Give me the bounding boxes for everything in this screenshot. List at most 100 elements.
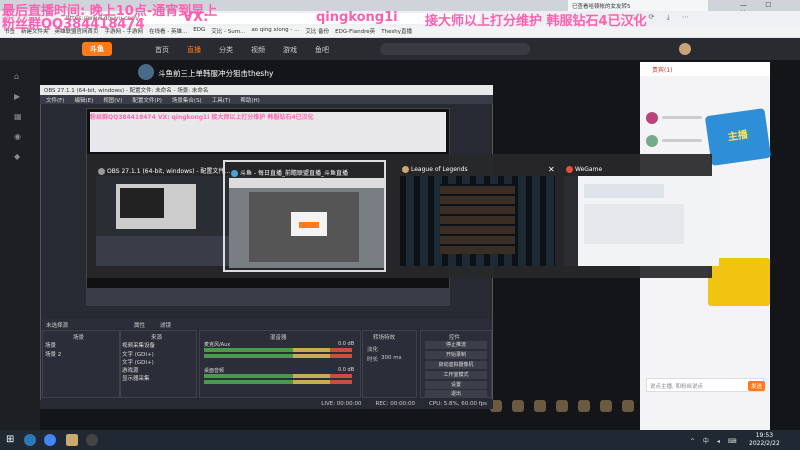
- league-taskbar-icon[interactable]: [66, 434, 78, 446]
- obs-menu-item[interactable]: 文件(F): [46, 96, 64, 104]
- site-menu-item[interactable]: 游戏: [283, 45, 297, 55]
- obs-source-tabs: 未选择源 属性 滤镜: [42, 319, 492, 329]
- source-item[interactable]: 文字 (GDI+): [122, 358, 154, 366]
- home-icon[interactable]: ⌂: [14, 72, 26, 82]
- bookmark-item[interactable]: ao qing xiong - ...: [251, 27, 299, 36]
- switcher-window-wegame[interactable]: WeGame: [560, 160, 723, 272]
- game-icon[interactable]: ◆: [14, 152, 26, 162]
- obs-menu-item[interactable]: 编辑(E): [74, 96, 93, 104]
- overlay-service: 接大师以上打分维护 韩服钻石4已汉化: [425, 14, 647, 29]
- promo-banner[interactable]: 主播: [704, 108, 772, 166]
- source-item[interactable]: 显示器采集: [122, 374, 150, 382]
- window-title: 斗鱼 - 每日直播_前瞻联盟直播_斗鱼直播: [231, 168, 381, 177]
- gift-icon[interactable]: [600, 400, 612, 412]
- mixer-meter: [204, 374, 352, 378]
- overlay-vx-id: qingkong1i: [316, 10, 398, 25]
- obs-menu-item[interactable]: 帮助(H): [240, 96, 259, 104]
- window-thumbnail: [400, 176, 555, 266]
- mixer-volume-slider[interactable]: [204, 380, 352, 384]
- obs-taskbar-icon[interactable]: [86, 434, 98, 446]
- source-item[interactable]: 文字 (GDI+): [122, 350, 154, 358]
- obs-menu-item[interactable]: 工具(T): [212, 96, 231, 104]
- overlay-vx-label: VX:: [183, 10, 209, 25]
- bookmark-item[interactable]: Theshy直播: [381, 27, 412, 36]
- chat-input[interactable]: 说点主播, 和粉丝说点: [646, 378, 764, 392]
- taskbar-clock[interactable]: 19:53 2022/2/22: [749, 432, 780, 448]
- controls-panel-title: 控件: [449, 335, 461, 341]
- scene-item[interactable]: 场景: [45, 341, 56, 349]
- close-icon[interactable]: ✕: [548, 165, 555, 174]
- window-thumbnail: [229, 178, 384, 268]
- site-search-input[interactable]: [380, 43, 530, 55]
- category-icon[interactable]: ▦: [14, 112, 26, 122]
- chat-avatar: [646, 135, 658, 147]
- chat-avatar: [646, 112, 658, 124]
- source-item[interactable]: 视频采集设备: [122, 341, 155, 349]
- system-tray[interactable]: ^ 中 ◂ ⌨: [690, 436, 739, 445]
- mixer-volume-slider[interactable]: [204, 354, 352, 358]
- bookmark-item[interactable]: 艾比 - Sum...: [211, 27, 245, 36]
- video-icon[interactable]: ◉: [14, 132, 26, 142]
- mixer-track-name: 桌面音频: [204, 368, 225, 374]
- mixer-meter: [204, 348, 352, 352]
- user-avatar[interactable]: [679, 43, 691, 55]
- source-item[interactable]: 游戏源: [122, 366, 139, 374]
- obs-menu-item[interactable]: 配置文件(P): [132, 96, 162, 104]
- site-menu-item[interactable]: 鱼吧: [315, 45, 329, 55]
- transitions-panel: 转场特效 淡化 时长 300 ms: [362, 330, 417, 398]
- switcher-window-douyu[interactable]: 斗鱼 - 每日直播_前瞻联盟直播_斗鱼直播: [223, 160, 386, 272]
- obs-preview-taskbar: [86, 288, 450, 306]
- douyu-logo[interactable]: 斗鱼: [82, 42, 112, 56]
- obs-menu-item[interactable]: 视图(V): [103, 96, 122, 104]
- streamer-avatar[interactable]: [138, 64, 154, 80]
- stop-streaming-button[interactable]: 停止推流: [425, 341, 487, 349]
- chat-panel-header[interactable]: 贵宾(1): [640, 62, 770, 76]
- obs-icon: [98, 168, 105, 175]
- mixer-track-db: 0.0 dB: [338, 367, 355, 373]
- rec-status: REC: 00:00:00: [375, 401, 415, 407]
- gift-icon[interactable]: [556, 400, 568, 412]
- properties-tab[interactable]: 属性: [134, 321, 145, 329]
- gift-icon[interactable]: [578, 400, 590, 412]
- bookmark-item[interactable]: EDG-Flandre英: [335, 27, 375, 36]
- chat-send-button[interactable]: 发送: [748, 381, 766, 391]
- chrome-taskbar-icon[interactable]: [44, 434, 56, 446]
- virtual-camera-button[interactable]: 启动虚拟摄像机: [425, 361, 487, 369]
- switcher-window-league[interactable]: League of Legends: [396, 160, 559, 272]
- studio-mode-button[interactable]: 工作室模式: [425, 371, 487, 379]
- gift-icon[interactable]: [512, 400, 524, 412]
- site-menu-item[interactable]: 直播: [187, 45, 201, 55]
- bookmark-item[interactable]: 艾比 备份: [305, 27, 329, 36]
- gift-icon[interactable]: [622, 400, 634, 412]
- filters-tab[interactable]: 滤镜: [160, 321, 171, 329]
- browser-taskbar-icon[interactable]: [24, 434, 36, 446]
- stream-title: 斗鱼前三上单韩服冲分狙击theshy: [158, 69, 274, 78]
- live-icon[interactable]: ▶: [14, 92, 26, 102]
- mixer-panel-title: 混音器: [270, 335, 287, 341]
- start-recording-button[interactable]: 开始录制: [425, 351, 487, 359]
- site-menu-item[interactable]: 分类: [219, 45, 233, 55]
- obs-menu-item[interactable]: 场景集合(S): [172, 96, 202, 104]
- overlay-qq-group: 粉丝群QQ384418474: [2, 17, 145, 32]
- window-thumbnail: [564, 176, 719, 266]
- clock-time: 19:53: [755, 432, 774, 439]
- site-menu: 首页 直播 分类 视频 游戏 鱼吧: [155, 45, 329, 55]
- windows-start-icon[interactable]: ⊞: [6, 434, 18, 446]
- scene-item[interactable]: 场景 2: [45, 350, 61, 358]
- clock-date: 2022/2/22: [749, 440, 780, 447]
- settings-button[interactable]: 设置: [425, 381, 487, 389]
- transition-type-select[interactable]: 淡化: [367, 345, 378, 353]
- chat-message: [662, 139, 702, 142]
- exit-button[interactable]: 退出: [425, 390, 487, 398]
- bookmark-item[interactable]: 在线看 - 英雄...: [149, 27, 187, 36]
- mixer-track-db: 0.0 dB: [338, 341, 355, 347]
- chat-message: [662, 116, 702, 119]
- bookmark-item[interactable]: EDG: [193, 27, 205, 36]
- site-menu-item[interactable]: 视频: [251, 45, 265, 55]
- gift-icon[interactable]: [534, 400, 546, 412]
- site-menu-item[interactable]: 首页: [155, 45, 169, 55]
- transition-duration-input[interactable]: 300 ms: [381, 355, 401, 361]
- mixer-track-name: 麦克风/Aux: [204, 342, 231, 348]
- window-title: WeGame: [566, 166, 716, 173]
- browser-icon: [231, 170, 238, 177]
